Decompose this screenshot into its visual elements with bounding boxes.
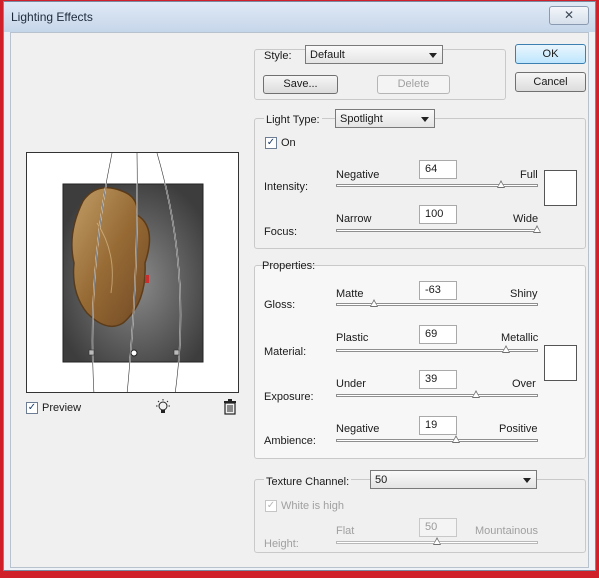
style-select[interactable]: Default (305, 45, 443, 64)
gloss-max-label: Shiny (510, 288, 538, 300)
intensity-slider-thumb[interactable] (497, 180, 505, 188)
height-label: Height: (264, 538, 299, 550)
focus-field[interactable]: 100 (419, 205, 457, 224)
texture-channel-value: 50 (375, 474, 388, 486)
gloss-slider[interactable] (336, 299, 538, 307)
ambience-min-label: Negative (336, 423, 380, 435)
exposure-min-label: Under (336, 378, 366, 390)
exposure-slider[interactable] (336, 390, 538, 398)
preview-checkbox[interactable]: ✓ (26, 402, 38, 414)
exposure-max-label: Over (512, 378, 536, 390)
white-is-high-checkbox: ✓ (265, 500, 277, 512)
focus-min-label: Narrow (336, 213, 372, 225)
chevron-down-icon (421, 117, 429, 122)
focus-slider[interactable] (336, 225, 541, 233)
gloss-slider-thumb[interactable] (370, 299, 378, 307)
light-color-swatch[interactable] (544, 170, 577, 206)
height-max-label: Mountainous (475, 525, 538, 537)
exposure-label: Exposure: (264, 391, 314, 403)
cancel-button[interactable]: Cancel (515, 72, 586, 92)
preview-label: Preview (42, 402, 82, 414)
light-on-checkbox[interactable]: ✓ (265, 137, 277, 149)
style-value: Default (310, 49, 345, 61)
gloss-field[interactable]: -63 (419, 281, 457, 300)
gloss-min-label: Matte (336, 288, 364, 300)
material-slider-thumb[interactable] (502, 345, 510, 353)
height-field: 50 (419, 518, 457, 537)
light-type-label: Light Type: (264, 114, 322, 126)
texture-channel-label: Texture Channel: (264, 476, 352, 488)
chevron-down-icon (523, 478, 531, 483)
light-bulb-icon[interactable] (154, 398, 172, 419)
gloss-label: Gloss: (264, 299, 296, 311)
height-slider-thumb (433, 537, 441, 545)
material-field[interactable]: 69 (419, 325, 457, 344)
material-label: Material: (264, 346, 307, 358)
focus-max-label: Wide (513, 213, 539, 225)
window-title: Lighting Effects (11, 10, 93, 24)
material-slider[interactable] (336, 345, 538, 353)
material-max-label: Metallic (501, 332, 539, 344)
title-bar: Lighting Effects ✕ (4, 2, 595, 32)
trash-icon[interactable] (223, 399, 237, 418)
height-slider (336, 537, 538, 545)
intensity-min-label: Negative (336, 169, 380, 181)
light-type-value: Spotlight (340, 113, 383, 125)
focus-slider-thumb[interactable] (533, 225, 541, 233)
white-is-high-label: White is high (281, 500, 344, 512)
dialog-body: ✓ Preview OK Cancel Style: Default Save.… (10, 32, 589, 568)
texture-channel-select[interactable]: 50 (370, 470, 537, 489)
ambience-field[interactable]: 19 (419, 416, 457, 435)
delete-button: Delete (377, 75, 450, 94)
intensity-max-label: Full (520, 169, 538, 181)
ambience-slider[interactable] (336, 435, 538, 443)
light-on-label: On (281, 137, 296, 149)
close-icon: ✕ (563, 8, 575, 22)
exposure-slider-thumb[interactable] (472, 390, 480, 398)
properties-header: Properties: (262, 260, 316, 272)
focus-label: Focus: (264, 226, 298, 238)
intensity-field[interactable]: 64 (419, 160, 457, 179)
height-min-label: Flat (336, 525, 355, 537)
dialog-window: Lighting Effects ✕ ✓ Preview OK Cancel S… (3, 1, 596, 571)
ambience-slider-thumb[interactable] (452, 435, 460, 443)
chevron-down-icon (429, 53, 437, 58)
light-type-select[interactable]: Spotlight (335, 109, 435, 128)
preview-canvas[interactable] (26, 152, 239, 393)
close-button[interactable]: ✕ (549, 6, 589, 25)
intensity-label: Intensity: (264, 181, 309, 193)
intensity-slider[interactable] (336, 180, 538, 188)
ambient-color-swatch[interactable] (544, 345, 577, 381)
ok-button[interactable]: OK (515, 44, 586, 64)
ambience-max-label: Positive (499, 423, 538, 435)
style-label: Style: (264, 50, 292, 62)
preview-image (62, 153, 204, 392)
exposure-field[interactable]: 39 (419, 370, 457, 389)
material-min-label: Plastic (336, 332, 369, 344)
ambience-label: Ambience: (264, 435, 316, 447)
save-button[interactable]: Save... (263, 75, 338, 94)
